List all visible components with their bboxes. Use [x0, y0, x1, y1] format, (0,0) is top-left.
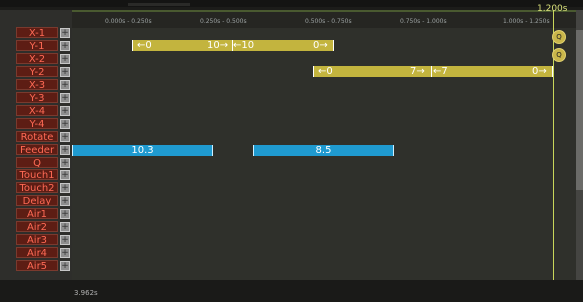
row-add-button[interactable]: +: [60, 80, 70, 90]
row-label-x-1[interactable]: X-1: [16, 27, 58, 38]
row-label-air2[interactable]: Air2: [16, 221, 58, 232]
row-label-q[interactable]: Q: [16, 157, 58, 168]
y2-seg1-end: 7→: [410, 66, 425, 77]
row-label-x-2[interactable]: X-2: [16, 53, 58, 64]
row-label-air1[interactable]: Air1: [16, 208, 58, 219]
row-label-x-3[interactable]: X-3: [16, 79, 58, 90]
ruler-label: 1.000s - 1.250s: [503, 18, 550, 25]
row-label-delay[interactable]: Delay: [16, 195, 58, 206]
zoom-in-button[interactable]: Q: [552, 30, 566, 44]
row-label-x-4[interactable]: X-4: [16, 105, 58, 116]
ruler-label: 0.750s - 1.000s: [400, 18, 447, 25]
feeder-bar-1[interactable]: 10.3: [72, 145, 213, 156]
row-label-air5[interactable]: Air5: [16, 260, 58, 271]
zoom-in-icon: Q: [556, 33, 562, 41]
row-add-button[interactable]: +: [60, 132, 70, 142]
top-tab[interactable]: [128, 3, 190, 6]
row-label-touch1[interactable]: Touch1: [16, 169, 58, 180]
feeder-bar-1-value: 10.3: [131, 145, 154, 156]
row-add-button[interactable]: +: [60, 145, 70, 155]
row-add-button[interactable]: +: [60, 119, 70, 129]
ruler-label: 0.000s - 0.250s: [105, 18, 152, 25]
row-label-y-2[interactable]: Y-2: [16, 66, 58, 77]
row-label-air3[interactable]: Air3: [16, 234, 58, 245]
row-add-button[interactable]: +: [60, 158, 70, 168]
row-add-button[interactable]: +: [60, 170, 70, 180]
ruler-label: 0.250s - 0.500s: [200, 18, 247, 25]
feeder-bar-2[interactable]: 8.5: [253, 145, 394, 156]
zoom-out-icon: Q: [556, 51, 562, 59]
playhead-time: 1.200s: [537, 4, 568, 14]
row-add-button[interactable]: +: [60, 235, 70, 245]
row-add-button[interactable]: +: [60, 67, 70, 77]
row-add-button[interactable]: +: [60, 261, 70, 271]
row-label-y-4[interactable]: Y-4: [16, 118, 58, 129]
row-add-button[interactable]: +: [60, 106, 70, 116]
row-label-y-3[interactable]: Y-3: [16, 92, 58, 103]
row-label-feeder[interactable]: Feeder: [16, 144, 58, 155]
zoom-out-button[interactable]: Q: [552, 48, 566, 62]
row-label-touch2[interactable]: Touch2: [16, 182, 58, 193]
y1-seg2-end: 0→: [313, 40, 328, 51]
feeder-bar-2-value: 8.5: [315, 145, 332, 156]
row-label-air4[interactable]: Air4: [16, 247, 58, 258]
y2-seg1-start: ←0: [318, 66, 333, 77]
row-add-button[interactable]: +: [60, 54, 70, 64]
row-add-button[interactable]: +: [60, 183, 70, 193]
y1-motion-bar[interactable]: ←0 10→ ←10 0→: [132, 40, 334, 51]
total-duration: 3.962s: [74, 289, 98, 297]
y2-divider: [431, 66, 432, 77]
y2-motion-bar[interactable]: ←0 7→ ←7 0→: [313, 66, 553, 77]
row-add-button[interactable]: +: [60, 28, 70, 38]
row-add-button[interactable]: +: [60, 222, 70, 232]
ruler-label: 0.500s - 0.750s: [305, 18, 352, 25]
scrollbar-thumb[interactable]: [576, 30, 583, 190]
y1-seg1-start: ←0: [137, 40, 152, 51]
row-add-button[interactable]: +: [60, 196, 70, 206]
top-bar: [0, 0, 583, 7]
row-add-button[interactable]: +: [60, 248, 70, 258]
row-label-y-1[interactable]: Y-1: [16, 40, 58, 51]
row-add-button[interactable]: +: [60, 41, 70, 51]
row-add-button[interactable]: +: [60, 209, 70, 219]
ruler-line: [72, 10, 576, 12]
y2-seg2-start: ←7: [433, 66, 448, 77]
row-label-rotate[interactable]: Rotate: [16, 131, 58, 142]
y2-seg2-end: 0→: [532, 66, 547, 77]
y1-seg2-start: ←10: [233, 40, 255, 51]
y1-seg1-end: 10→: [207, 40, 229, 51]
row-add-button[interactable]: +: [60, 93, 70, 103]
